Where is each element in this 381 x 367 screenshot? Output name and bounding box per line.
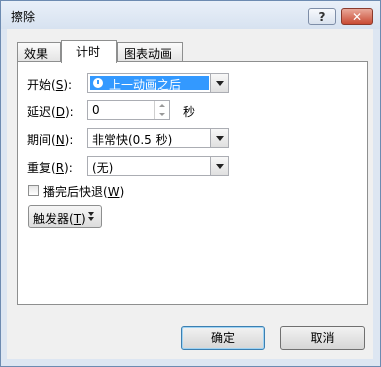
delay-stepper[interactable]: 0	[87, 100, 170, 120]
period-select[interactable]: 非常快(0.5 秒)	[87, 128, 229, 148]
delay-label: 延迟(D):	[27, 105, 74, 119]
trigger-label: 触发器(T)	[33, 212, 86, 226]
rewind-checkbox[interactable]	[28, 185, 39, 196]
period-label: 期间(N):	[27, 133, 74, 147]
rewind-label: 播完后快退(W)	[43, 185, 125, 199]
clock-icon	[93, 78, 103, 88]
start-select-highlight: 上一动画之后	[90, 76, 209, 92]
repeat-select[interactable]: (无)	[87, 156, 229, 176]
trigger-button[interactable]: 触发器(T)	[28, 205, 102, 228]
dialog-body: 效果 计时 图表动画 开始(S): 上一动画之后 延迟(D): 0 秒 期间(N…	[7, 29, 373, 359]
chevron-down-icon[interactable]	[210, 74, 228, 92]
chevron-down-icon[interactable]	[210, 157, 228, 175]
spin-down-icon[interactable]	[155, 110, 169, 119]
chevron-down-icon[interactable]	[210, 129, 228, 147]
delay-unit: 秒	[183, 105, 196, 119]
start-value: 上一动画之后	[109, 78, 182, 92]
repeat-label: 重复(R):	[27, 161, 73, 175]
dialog-title: 擦除	[11, 10, 36, 24]
cancel-button[interactable]: 取消	[280, 326, 365, 350]
tab-timing[interactable]: 计时	[61, 40, 117, 63]
timing-panel: 开始(S): 上一动画之后 延迟(D): 0 秒 期间(N): 非常快(0.5 …	[17, 61, 368, 305]
close-button[interactable]: ✕	[341, 8, 373, 25]
spin-up-icon[interactable]	[155, 101, 169, 110]
period-value: 非常快(0.5 秒)	[92, 133, 173, 147]
ok-button[interactable]: 确定	[181, 326, 265, 350]
help-button[interactable]: ?	[308, 8, 336, 25]
tab-effect[interactable]: 效果	[17, 42, 61, 62]
start-select[interactable]: 上一动画之后	[87, 73, 229, 93]
repeat-value: (无)	[92, 161, 114, 175]
delay-value: 0	[92, 103, 100, 117]
double-chevron-down-icon	[88, 212, 95, 222]
start-label: 开始(S):	[27, 78, 73, 92]
dialog-window: 擦除 ? ✕ 效果 计时 图表动画 开始(S): 上一动画之后 延迟(D): 0	[0, 0, 381, 367]
tab-chart-animation[interactable]: 图表动画	[117, 42, 183, 62]
title-bar: 擦除 ? ✕	[1, 1, 380, 29]
delay-spin-buttons	[154, 101, 169, 119]
